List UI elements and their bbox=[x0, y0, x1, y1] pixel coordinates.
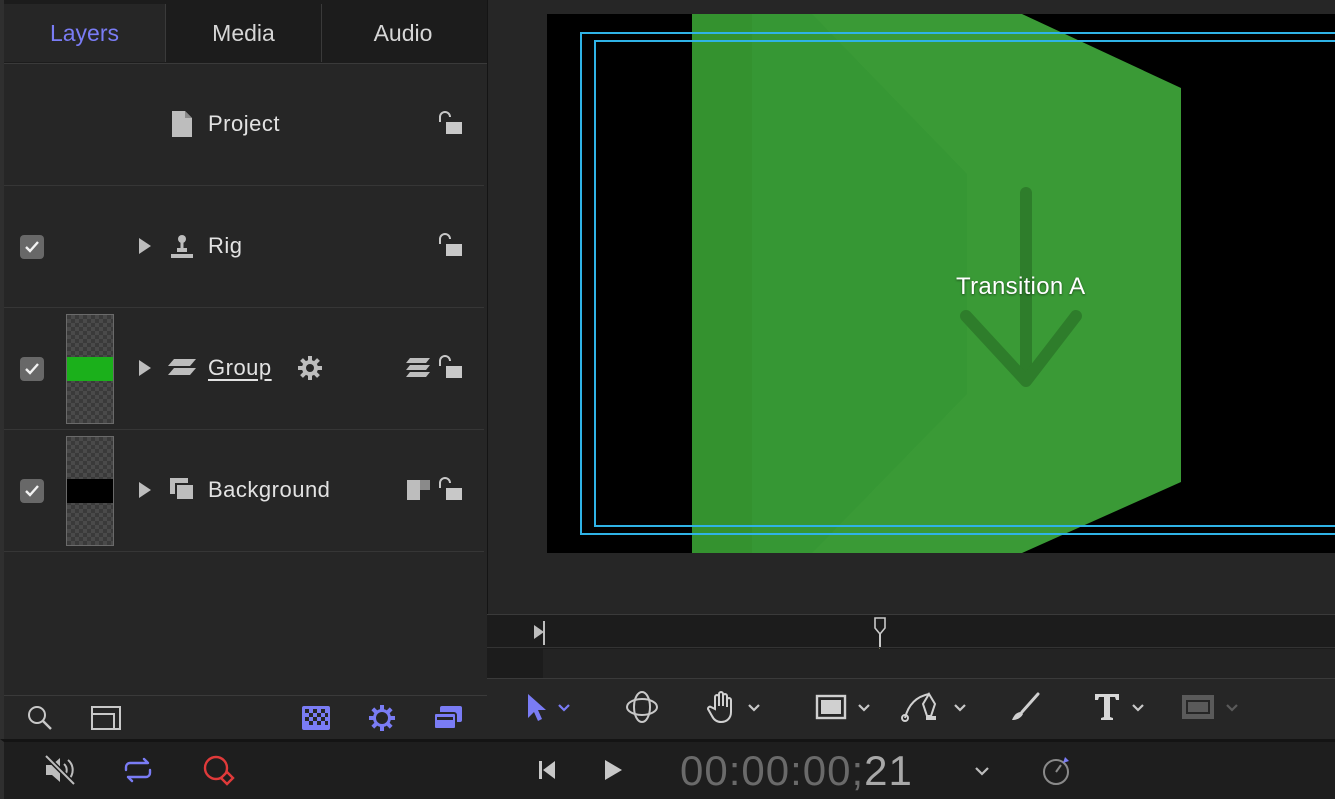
search-icon[interactable] bbox=[24, 702, 56, 734]
play-button[interactable] bbox=[598, 754, 628, 790]
tab-audio[interactable]: Audio bbox=[322, 4, 484, 62]
chevron-down-icon bbox=[557, 700, 571, 718]
layer-label: Background bbox=[208, 477, 331, 502]
loop-button[interactable] bbox=[118, 754, 158, 790]
tab-media[interactable]: Media bbox=[166, 4, 322, 62]
lock-open-icon[interactable] bbox=[436, 232, 464, 260]
tab-layers[interactable]: Layers bbox=[4, 4, 166, 62]
record-button[interactable] bbox=[200, 754, 240, 790]
canvas[interactable]: Transition A bbox=[547, 14, 1335, 553]
timecode-frames: 21 bbox=[864, 747, 913, 794]
rig-joystick-icon bbox=[166, 230, 198, 262]
3d-orbit-icon bbox=[625, 690, 659, 729]
text-tool-button[interactable] bbox=[1093, 691, 1145, 727]
stacked-squares-icon bbox=[166, 474, 198, 506]
timecode-display[interactable]: 00:00:00;21 bbox=[680, 747, 913, 795]
mini-timeline[interactable] bbox=[487, 614, 1335, 679]
chevron-down-icon bbox=[953, 700, 967, 718]
speaker-muted-icon bbox=[42, 753, 78, 791]
bezier-pen-icon bbox=[901, 690, 943, 729]
timecode-format-dropdown[interactable] bbox=[968, 754, 996, 790]
blend-stack-icon[interactable] bbox=[404, 356, 432, 380]
canvas-artwork bbox=[580, 14, 1335, 553]
chevron-down-icon bbox=[1225, 700, 1239, 718]
transport-bar: 00:00:00;21 bbox=[0, 739, 1335, 799]
layer-label[interactable]: Group bbox=[208, 355, 272, 381]
layer-thumbnail bbox=[66, 314, 114, 424]
layer-enable-checkbox[interactable] bbox=[20, 479, 44, 503]
chevron-down-icon bbox=[857, 700, 871, 718]
gear-icon[interactable] bbox=[296, 354, 324, 382]
thumbnail-content bbox=[67, 357, 113, 381]
layer-row-background[interactable]: Background bbox=[4, 430, 484, 552]
mute-button[interactable] bbox=[40, 753, 80, 791]
pan-tool-button[interactable] bbox=[707, 690, 761, 728]
timeline-track[interactable] bbox=[487, 647, 1335, 679]
disclosure-triangle-icon[interactable] bbox=[136, 357, 154, 379]
select-tool-button[interactable] bbox=[525, 691, 571, 727]
solid-layer-icon[interactable] bbox=[406, 478, 432, 502]
layer-enable-checkbox[interactable] bbox=[20, 235, 44, 259]
canvas-toolbar bbox=[487, 678, 1335, 739]
timecode-dim: 00:00:00; bbox=[680, 747, 865, 794]
chevron-down-icon bbox=[747, 700, 761, 718]
in-point-marker[interactable] bbox=[533, 619, 547, 645]
3d-transform-tool-button[interactable] bbox=[625, 690, 659, 729]
thumbnail-content bbox=[67, 479, 113, 503]
rectangle-icon bbox=[815, 694, 847, 725]
layer-enable-checkbox[interactable] bbox=[20, 357, 44, 381]
layer-thumbnail bbox=[66, 436, 114, 546]
paint-stroke-tool-button[interactable] bbox=[1009, 691, 1041, 727]
play-icon bbox=[603, 759, 623, 786]
layers-panel-footer bbox=[4, 695, 487, 739]
chevron-down-icon bbox=[974, 763, 990, 781]
layout-panel-icon[interactable] bbox=[90, 702, 122, 734]
gear-icon[interactable] bbox=[366, 702, 398, 734]
hand-pan-icon bbox=[707, 690, 737, 728]
lock-open-icon[interactable] bbox=[436, 354, 464, 382]
layer-row-project[interactable]: Project bbox=[4, 64, 484, 186]
tab-label: Media bbox=[212, 19, 275, 46]
bezier-tool-button[interactable] bbox=[901, 691, 967, 727]
paint-brush-icon bbox=[1009, 691, 1041, 728]
timing-button[interactable] bbox=[1036, 754, 1076, 790]
layer-label: Project bbox=[208, 111, 280, 136]
tab-label: Layers bbox=[49, 19, 120, 46]
canvas-viewer[interactable]: Transition A bbox=[487, 0, 1335, 614]
disclosure-triangle-icon[interactable] bbox=[136, 235, 154, 257]
skip-back-icon bbox=[537, 759, 557, 786]
rectangle-tool-button[interactable] bbox=[815, 691, 871, 727]
stopwatch-icon bbox=[1039, 753, 1073, 792]
chevron-down-icon bbox=[1131, 700, 1145, 718]
layer-label: Rig bbox=[208, 233, 243, 258]
layer-row-rig[interactable]: Rig bbox=[4, 186, 484, 308]
lock-open-icon[interactable] bbox=[436, 110, 464, 138]
canvas-text-label[interactable]: Transition A bbox=[956, 273, 1085, 301]
layers-panel: Layers Media Audio Project Rig Group Bac… bbox=[0, 0, 494, 739]
play-range bbox=[543, 649, 1335, 679]
mask-tool-button[interactable] bbox=[1181, 691, 1239, 727]
text-icon bbox=[1093, 692, 1121, 727]
loop-icon bbox=[120, 756, 156, 789]
checkerboard-icon[interactable] bbox=[300, 702, 332, 734]
stacked-windows-icon[interactable] bbox=[432, 702, 464, 734]
go-to-start-button[interactable] bbox=[532, 754, 562, 790]
tab-label: Audio bbox=[373, 19, 433, 46]
panel-tab-bar: Layers Media Audio bbox=[4, 0, 494, 64]
record-icon bbox=[201, 754, 239, 791]
select-arrow-icon bbox=[525, 692, 547, 727]
shape-mask-icon bbox=[1181, 694, 1215, 725]
lock-open-icon[interactable] bbox=[436, 476, 464, 504]
layer-row-group[interactable]: Group bbox=[4, 308, 484, 430]
group-layers-icon bbox=[166, 352, 198, 384]
document-icon bbox=[166, 108, 198, 140]
disclosure-triangle-icon[interactable] bbox=[136, 479, 154, 501]
